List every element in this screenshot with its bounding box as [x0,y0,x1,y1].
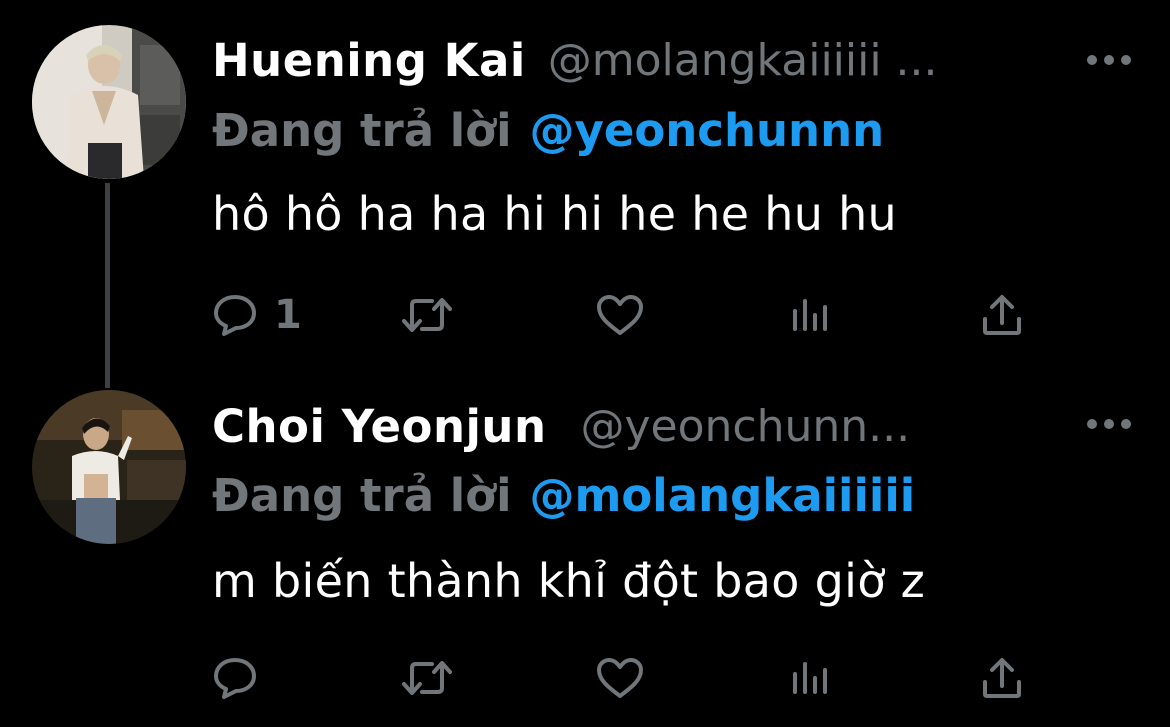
thread-connector-line [105,183,110,388]
reply-button[interactable] [212,653,274,703]
views-icon [793,662,827,694]
views-icon [793,299,827,331]
views-button[interactable] [790,290,830,340]
like-icon [597,295,643,335]
like-icon [597,658,643,698]
share-button[interactable] [980,290,1024,340]
avatar[interactable] [32,390,186,544]
share-icon [983,295,1021,335]
share-icon [983,658,1021,698]
reply-mention-link[interactable]: @yeonchunnn [530,104,885,157]
handle[interactable]: @yeonchunn... [581,401,911,452]
reply-mention-link[interactable]: @molangkaiiiiii [530,469,916,522]
retweet-icon [402,661,452,695]
display-name[interactable]: Choi Yeonjun [212,400,547,453]
handle[interactable]: @molangkaiiiiii ... [548,35,938,86]
tweet[interactable]: Huening Kai @molangkaiiiiii ... Đang trả… [0,0,1170,388]
retweet-button[interactable] [402,290,452,340]
replying-to: Đang trả lời @molangkaiiiiii [212,466,915,524]
reply-button[interactable]: 1 [212,290,302,340]
replying-to-label: Đang trả lời [212,103,512,157]
retweet-icon [402,298,452,332]
tweet[interactable]: Choi Yeonjun @yeonchunn... Đang trả lời … [0,370,1170,727]
reply-count: 1 [274,292,302,338]
action-bar [212,653,1042,703]
display-name[interactable]: Huening Kai [212,34,526,87]
more-icon[interactable] [1086,52,1132,66]
share-button[interactable] [980,653,1024,703]
views-button[interactable] [790,653,830,703]
replying-to-label: Đang trả lời [212,468,512,522]
action-bar: 1 [212,290,1042,340]
like-button[interactable] [596,653,644,703]
tweet-text: hô hô ha ha hi hi he he hu hu [212,187,897,241]
more-icon[interactable] [1086,416,1132,430]
avatar[interactable] [32,25,186,179]
retweet-button[interactable] [402,653,452,703]
tweet-header: Huening Kai @molangkaiiiiii ... [212,30,938,90]
reply-icon [214,295,256,336]
tweet-text: m biến thành khỉ đột bao giờ z [212,554,926,608]
tweet-header: Choi Yeonjun @yeonchunn... [212,396,910,456]
replying-to: Đang trả lời @yeonchunnn [212,101,884,159]
reply-icon [214,658,256,699]
like-button[interactable] [596,290,644,340]
